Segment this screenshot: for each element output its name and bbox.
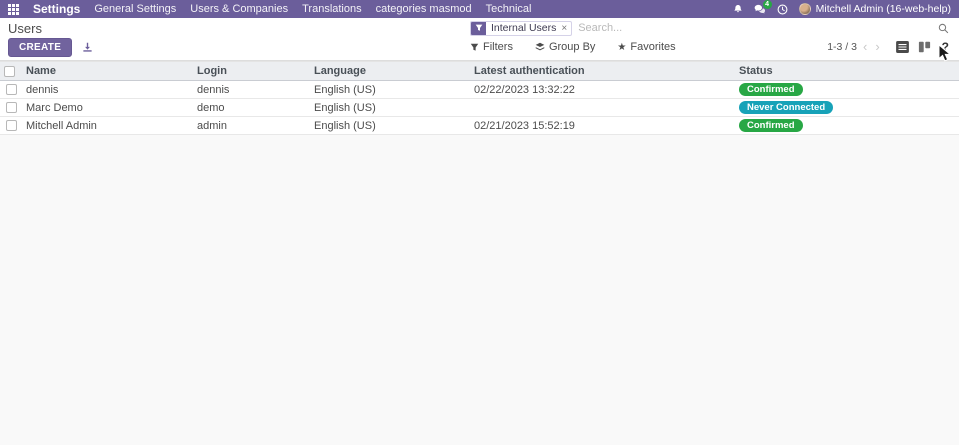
status-badge: Confirmed bbox=[739, 119, 803, 132]
status-badge: Never Connected bbox=[739, 101, 834, 114]
export-download-icon[interactable] bbox=[82, 42, 93, 53]
pager-range: 1-3 / 3 bbox=[827, 41, 857, 53]
user-name: Mitchell Admin (16-web-help) bbox=[815, 3, 951, 15]
search-input[interactable] bbox=[578, 22, 932, 34]
search-bar[interactable]: Internal Users × bbox=[470, 20, 951, 36]
cell-latest-auth[interactable]: 02/21/2023 15:52:19 bbox=[470, 116, 735, 135]
column-header-status[interactable]: Status bbox=[735, 61, 959, 81]
view-switcher: ? bbox=[895, 40, 951, 54]
user-menu[interactable]: Mitchell Admin (16-web-help) bbox=[798, 3, 951, 15]
table-row[interactable]: Mitchell Admin admin English (US) 02/21/… bbox=[0, 116, 959, 135]
column-header-language[interactable]: Language bbox=[310, 61, 470, 81]
cell-latest-auth[interactable]: 02/22/2023 13:32:22 bbox=[470, 80, 735, 99]
status-badge: Confirmed bbox=[739, 83, 803, 96]
cell-login[interactable]: admin bbox=[193, 116, 310, 135]
cell-name[interactable]: Marc Demo bbox=[22, 98, 193, 117]
avatar bbox=[798, 3, 811, 15]
column-header-name[interactable]: Name bbox=[22, 61, 193, 81]
menu-technical[interactable]: Technical bbox=[486, 3, 532, 15]
search-icon[interactable] bbox=[938, 23, 949, 34]
search-facet-internal-users[interactable]: Internal Users × bbox=[470, 20, 573, 36]
users-list-table: Name Login Language Latest authenticatio… bbox=[0, 61, 959, 135]
group-by-button[interactable]: Group By bbox=[535, 41, 595, 53]
table-row[interactable]: Marc Demo demo English (US) Never Connec… bbox=[0, 98, 959, 117]
kanban-view-button[interactable] bbox=[918, 41, 931, 53]
cell-name[interactable]: dennis bbox=[22, 80, 193, 99]
pager-next-button[interactable]: › bbox=[875, 40, 879, 53]
cell-language[interactable]: English (US) bbox=[310, 80, 470, 99]
filters-label: Filters bbox=[483, 41, 513, 53]
select-all-checkbox[interactable] bbox=[4, 65, 15, 77]
menu-general-settings[interactable]: General Settings bbox=[94, 3, 176, 15]
favorites-button[interactable]: ★ Favorites bbox=[617, 41, 675, 53]
favorites-label: Favorites bbox=[630, 41, 676, 53]
bell-icon[interactable] bbox=[733, 4, 743, 14]
cell-language[interactable]: English (US) bbox=[310, 116, 470, 135]
cell-name[interactable]: Mitchell Admin bbox=[22, 116, 193, 135]
messages-icon[interactable]: 4 bbox=[754, 0, 772, 15]
pager-prev-button[interactable]: ‹ bbox=[863, 40, 867, 53]
table-header-row: Name Login Language Latest authenticatio… bbox=[0, 61, 959, 81]
menu-users-companies[interactable]: Users & Companies bbox=[190, 3, 288, 15]
page-title: Users bbox=[8, 20, 42, 36]
column-header-latest-auth[interactable]: Latest authentication bbox=[470, 61, 735, 81]
apps-menu-icon[interactable] bbox=[8, 3, 19, 15]
activities-clock-icon[interactable] bbox=[777, 4, 788, 15]
menu-translations[interactable]: Translations bbox=[302, 3, 362, 15]
row-checkbox[interactable] bbox=[5, 120, 17, 132]
filters-button[interactable]: Filters bbox=[470, 41, 513, 53]
facet-label: Internal Users bbox=[491, 21, 557, 34]
cell-login[interactable]: dennis bbox=[193, 80, 310, 99]
row-checkbox[interactable] bbox=[5, 102, 17, 114]
cell-language[interactable]: English (US) bbox=[310, 98, 470, 117]
filter-funnel-icon bbox=[471, 21, 486, 35]
list-view-button[interactable] bbox=[895, 41, 909, 53]
star-icon: ★ bbox=[617, 41, 627, 53]
help-button[interactable]: ? bbox=[940, 40, 951, 54]
row-checkbox[interactable] bbox=[5, 84, 17, 96]
top-navbar: Settings General Settings Users & Compan… bbox=[0, 0, 959, 18]
facet-remove-icon[interactable]: × bbox=[561, 22, 571, 35]
column-header-login[interactable]: Login bbox=[193, 61, 310, 81]
create-button[interactable]: CREATE bbox=[8, 37, 73, 57]
cell-login[interactable]: demo bbox=[193, 98, 310, 117]
messages-badge: 4 bbox=[762, 0, 772, 9]
group-by-label: Group By bbox=[548, 41, 596, 53]
app-name[interactable]: Settings bbox=[33, 2, 80, 16]
table-row[interactable]: dennis dennis English (US) 02/22/2023 13… bbox=[0, 80, 959, 99]
control-panel: Users Internal Users × CREATE bbox=[0, 18, 959, 61]
cell-latest-auth[interactable] bbox=[470, 98, 735, 117]
menu-categories-masmod[interactable]: categories masmod bbox=[376, 3, 472, 15]
